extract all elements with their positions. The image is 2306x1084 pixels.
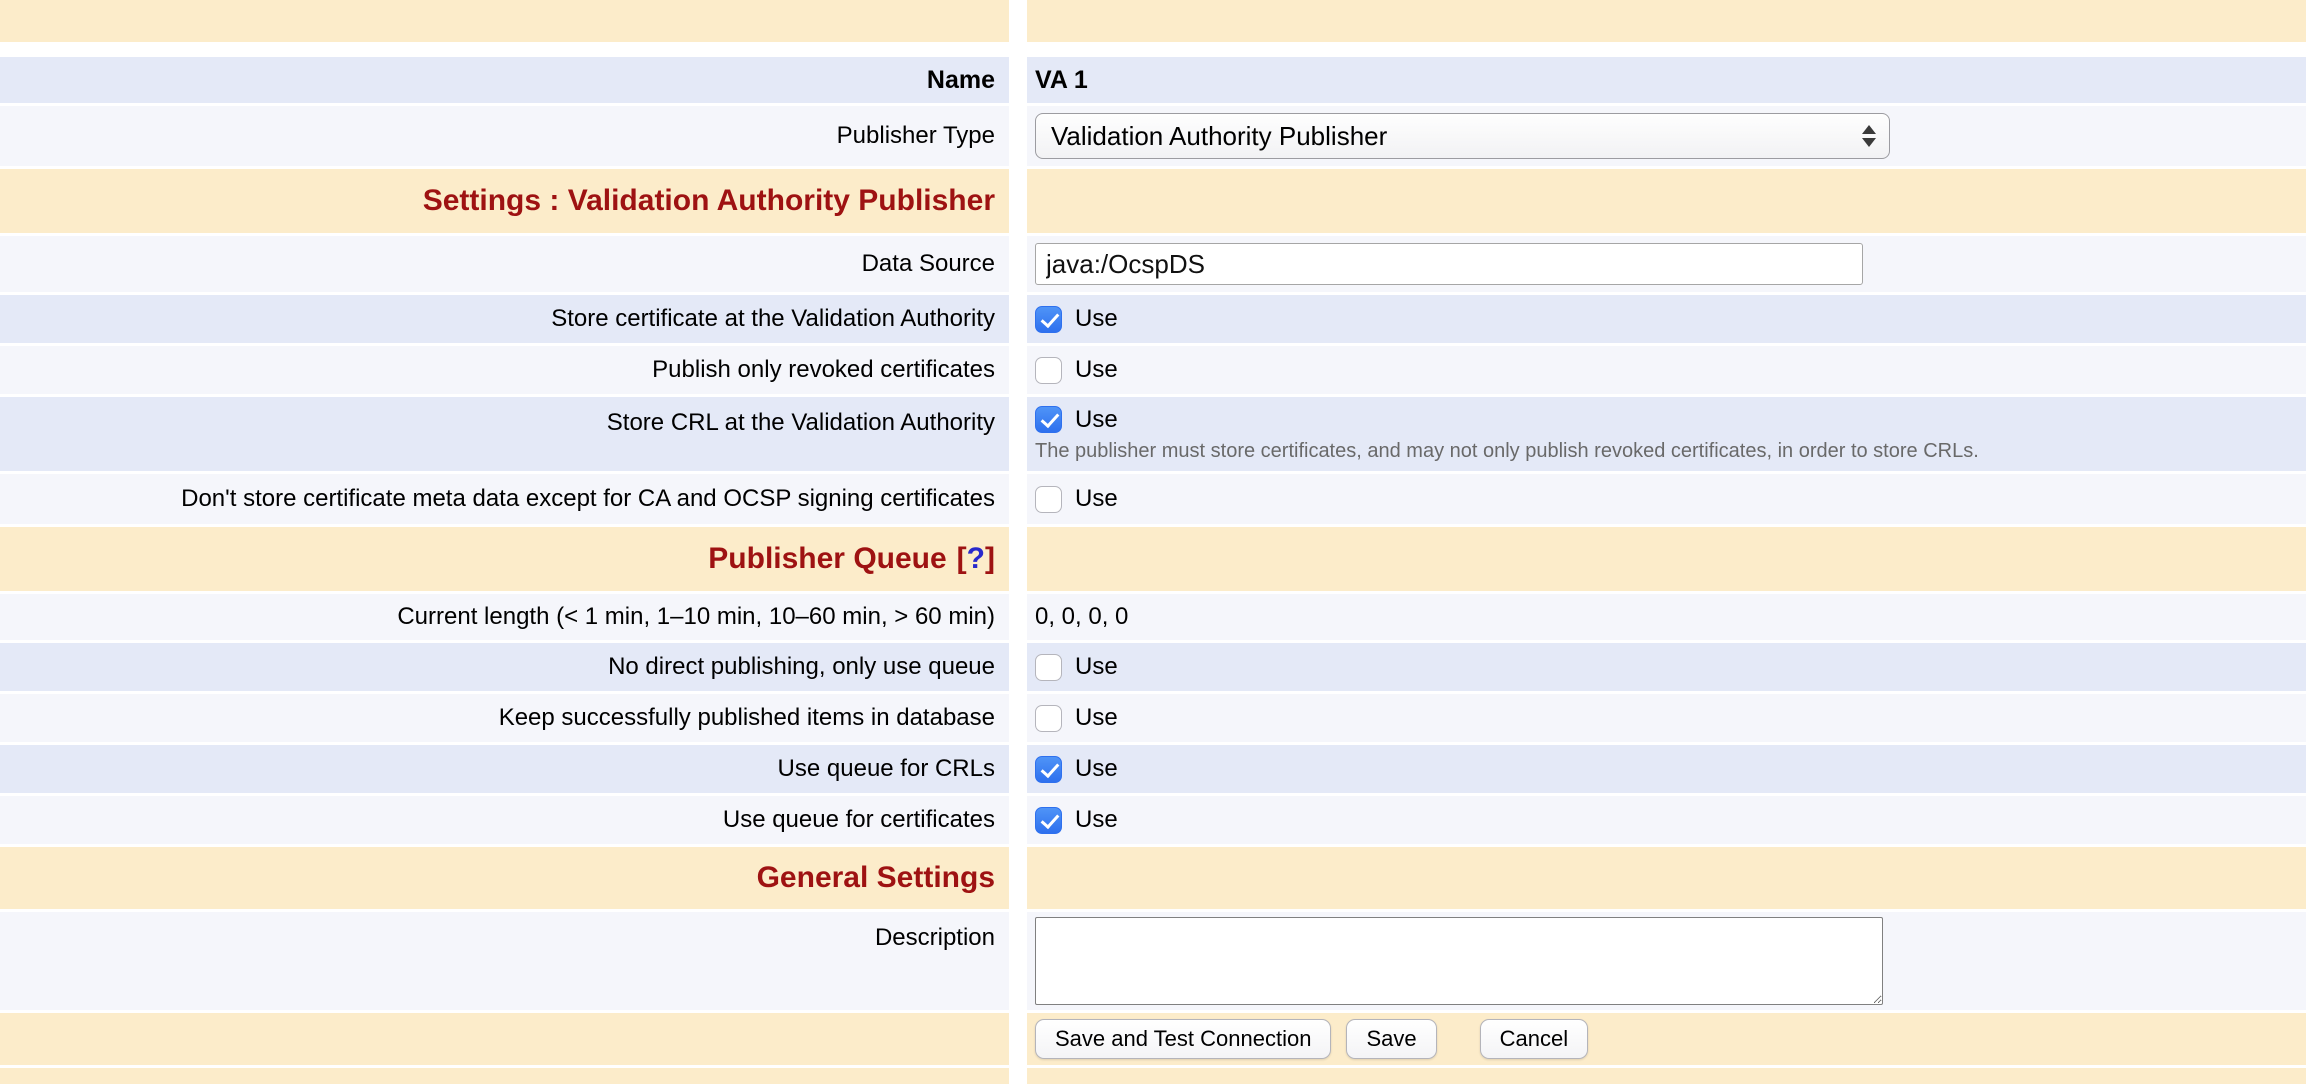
top-spacer <box>0 45 2306 57</box>
top-band-right <box>1027 0 2306 42</box>
cancel-button[interactable]: Cancel <box>1480 1019 1588 1059</box>
use-queue-certificates-row: Use queue for certificates Use <box>0 796 2306 844</box>
use-label: Use <box>1075 305 1118 333</box>
store-crl-label: Store CRL at the Validation Authority <box>0 397 1009 471</box>
description-row: Description <box>0 912 2306 1010</box>
data-source-input[interactable] <box>1035 243 1863 285</box>
use-label: Use <box>1075 485 1118 513</box>
help-bracket-close: ] <box>985 542 995 576</box>
dont-store-meta-checkbox[interactable] <box>1035 486 1062 513</box>
settings-section-header-row: Settings : Validation Authority Publishe… <box>0 169 2306 233</box>
dont-store-meta-row: Don't store certificate meta data except… <box>0 474 2306 524</box>
help-bracket-open: [ <box>957 542 967 576</box>
use-label: Use <box>1075 806 1118 834</box>
store-crl-note: The publisher must store certificates, a… <box>1035 440 1979 463</box>
settings-section-header-right <box>1027 169 2306 233</box>
publisher-queue-header-right <box>1027 527 2306 591</box>
settings-section-title: Settings : Validation Authority Publishe… <box>0 169 1009 233</box>
publish-only-revoked-checkbox[interactable] <box>1035 357 1062 384</box>
publisher-type-select[interactable]: Validation Authority Publisher <box>1035 113 1890 159</box>
no-direct-publishing-label: No direct publishing, only use queue <box>0 643 1009 691</box>
use-queue-certificates-label: Use queue for certificates <box>0 796 1009 844</box>
store-certificate-checkbox[interactable] <box>1035 306 1062 333</box>
store-certificate-label: Store certificate at the Validation Auth… <box>0 295 1009 343</box>
top-band-left <box>0 0 1009 42</box>
name-row: Name VA 1 <box>0 57 2306 103</box>
select-stepper-icon <box>1862 125 1876 147</box>
use-queue-certificates-checkbox[interactable] <box>1035 807 1062 834</box>
publisher-queue-title: Publisher Queue <box>708 542 946 576</box>
use-queue-crls-checkbox[interactable] <box>1035 756 1062 783</box>
dont-store-meta-label: Don't store certificate meta data except… <box>0 474 1009 524</box>
bottom-band <box>0 1068 2306 1084</box>
save-and-test-connection-button[interactable]: Save and Test Connection <box>1035 1019 1331 1059</box>
arrow-up-icon <box>1862 125 1876 134</box>
current-length-label: Current length (< 1 min, 1–10 min, 10–60… <box>0 594 1009 640</box>
no-direct-publishing-row: No direct publishing, only use queue Use <box>0 643 2306 691</box>
description-textarea[interactable] <box>1035 917 1883 1005</box>
current-length-value: 0, 0, 0, 0 <box>1027 594 2306 640</box>
store-crl-row: Store CRL at the Validation Authority Us… <box>0 397 2306 471</box>
use-label: Use <box>1075 406 1118 434</box>
publisher-queue-header-row: Publisher Queue [ ? ] <box>0 527 2306 591</box>
keep-published-label: Keep successfully published items in dat… <box>0 694 1009 742</box>
keep-published-row: Keep successfully published items in dat… <box>0 694 2306 742</box>
bottom-band-left <box>0 1068 1009 1084</box>
top-band <box>0 0 2306 42</box>
publisher-type-row: Publisher Type Validation Authority Publ… <box>0 106 2306 166</box>
use-label: Use <box>1075 704 1118 732</box>
edit-publisher-page: Name VA 1 Publisher Type Validation Auth… <box>0 0 2306 1084</box>
arrow-down-icon <box>1862 138 1876 147</box>
buttons-row: Save and Test Connection Save Cancel <box>0 1013 2306 1065</box>
publish-only-revoked-row: Publish only revoked certificates Use <box>0 346 2306 394</box>
name-label: Name <box>0 57 1009 103</box>
publisher-type-label: Publisher Type <box>0 106 1009 166</box>
store-certificate-row: Store certificate at the Validation Auth… <box>0 295 2306 343</box>
use-label: Use <box>1075 356 1118 384</box>
use-label: Use <box>1075 653 1118 681</box>
description-label: Description <box>0 912 1009 1010</box>
bottom-band-right <box>1027 1068 2306 1084</box>
publisher-queue-help-link[interactable]: ? <box>967 542 985 576</box>
use-queue-crls-row: Use queue for CRLs Use <box>0 745 2306 793</box>
current-length-row: Current length (< 1 min, 1–10 min, 10–60… <box>0 594 2306 640</box>
general-settings-title: General Settings <box>0 847 1009 909</box>
use-queue-crls-label: Use queue for CRLs <box>0 745 1009 793</box>
keep-published-checkbox[interactable] <box>1035 705 1062 732</box>
general-settings-header-right <box>1027 847 2306 909</box>
no-direct-publishing-checkbox[interactable] <box>1035 654 1062 681</box>
use-label: Use <box>1075 755 1118 783</box>
general-settings-header-row: General Settings <box>0 847 2306 909</box>
store-crl-checkbox[interactable] <box>1035 406 1062 433</box>
data-source-row: Data Source <box>0 236 2306 292</box>
publish-only-revoked-label: Publish only revoked certificates <box>0 346 1009 394</box>
data-source-label: Data Source <box>0 236 1009 292</box>
publisher-type-selected-value: Validation Authority Publisher <box>1051 121 1387 152</box>
buttons-row-left <box>0 1013 1009 1065</box>
name-value: VA 1 <box>1027 57 2306 103</box>
save-button[interactable]: Save <box>1346 1019 1436 1059</box>
